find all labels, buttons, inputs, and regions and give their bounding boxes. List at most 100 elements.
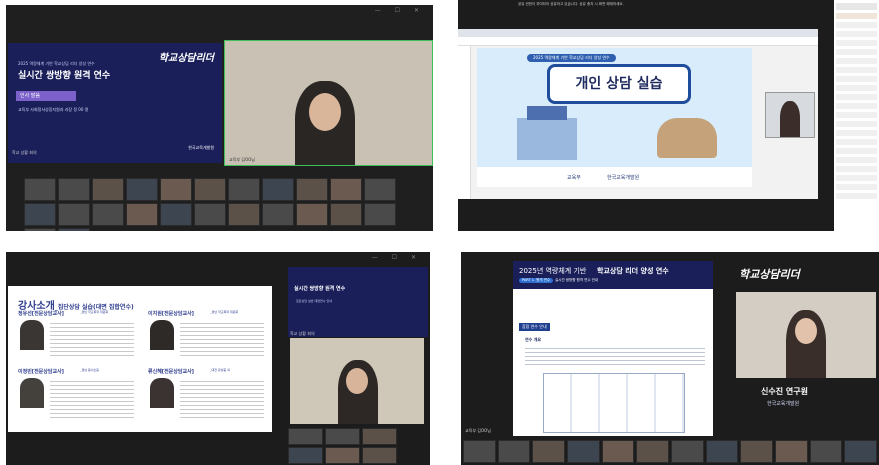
list-row[interactable] (836, 121, 877, 127)
participant-tile[interactable] (636, 440, 670, 463)
schedule-table (543, 373, 685, 433)
list-row[interactable] (836, 148, 877, 154)
participant-tile[interactable] (601, 440, 635, 463)
title-year: 2025년 역량체계 기반 (519, 267, 587, 275)
participant-tile[interactable] (296, 178, 328, 201)
list-row[interactable] (836, 22, 877, 28)
participant-tile[interactable] (92, 178, 124, 201)
list-row[interactable] (836, 166, 877, 172)
participant-tile[interactable] (705, 440, 739, 463)
participant-tile[interactable] (58, 228, 90, 231)
list-row[interactable] (836, 130, 877, 136)
title-box: 개인 상담 실습 (547, 64, 691, 104)
list-row[interactable] (836, 184, 877, 190)
school-illustration (517, 118, 577, 160)
participant-tile[interactable] (228, 178, 260, 201)
participant-tile[interactable] (24, 203, 56, 226)
participant-tile[interactable] (194, 178, 226, 201)
ministry-label: 교육부 (567, 175, 581, 181)
participant-tile[interactable] (296, 203, 328, 226)
participant-tile[interactable] (262, 178, 294, 201)
participant-tile[interactable] (362, 428, 397, 445)
speaker-face (309, 93, 341, 131)
section-label: 참합 연수 안내 (519, 323, 550, 331)
item-label: 연수 개요 (525, 337, 542, 342)
participant-tile[interactable] (775, 440, 808, 463)
browser-window: 2025 역량체계 기반 학교상담 리더 양성 연수 개인 상담 실습 교육부 … (458, 29, 818, 199)
participant-tile[interactable] (92, 203, 124, 226)
list-row[interactable] (836, 49, 877, 55)
participant-tile[interactable] (330, 178, 362, 201)
list-row[interactable] (836, 3, 877, 10)
tool-sidebar (458, 46, 471, 199)
instructor-name: 이지원[전문상담교사] (148, 311, 194, 317)
participant-tile[interactable] (58, 203, 90, 226)
instructor-school: _대전 유성중 외 (210, 368, 230, 372)
zoom-window-top-right: 공유 권한이 부여되어 공유하고 있습니다. 공유 중지 시 화면 해제하세요.… (458, 0, 879, 231)
participant-tile[interactable] (532, 440, 566, 463)
list-row[interactable] (836, 112, 877, 118)
instructor-bio (50, 320, 134, 356)
list-row[interactable] (836, 139, 877, 145)
label-bottom: 학교 상황 회의 (290, 331, 315, 336)
participant-tile[interactable] (288, 447, 323, 464)
people-illustration (657, 118, 717, 158)
browser-tab-bar (458, 29, 818, 37)
part-title: 실시간 쌍방향 원격 연수 안내 (555, 278, 599, 282)
participant-tile[interactable] (362, 447, 397, 464)
participant-tile[interactable] (228, 203, 260, 226)
instructor-school: _경남 학교폭력 위원회 (80, 310, 109, 314)
participant-tile[interactable] (126, 178, 158, 201)
participant-tile[interactable] (463, 440, 496, 463)
slide-subtitle: 2025 역량체계 기반 학교상담 리더 양성 연수 (18, 61, 95, 66)
instructor-name: 이정빈[전문상담교사] (18, 369, 64, 375)
participant-tile[interactable] (58, 178, 90, 201)
participant-tile[interactable] (497, 440, 531, 463)
list-row[interactable] (836, 94, 877, 100)
list-row[interactable] (836, 67, 877, 73)
list-row[interactable] (836, 13, 877, 19)
participant-tile[interactable] (325, 447, 360, 464)
window-controls[interactable]: — ☐ ✕ (375, 7, 425, 14)
list-row[interactable] (836, 76, 877, 82)
instructor-name: 류신혜[전문상담교사] (148, 369, 194, 375)
participant-tile[interactable] (194, 203, 226, 226)
participant-tile[interactable] (325, 428, 360, 445)
list-row[interactable] (836, 40, 877, 46)
participant-tile[interactable] (364, 203, 396, 226)
list-row[interactable] (836, 58, 877, 64)
participant-tile[interactable] (24, 178, 56, 201)
instructor-school: _경남 학교폭력 위원회 (210, 310, 239, 314)
participant-tile[interactable] (160, 203, 192, 226)
participant-tile[interactable] (740, 440, 774, 463)
participant-tile[interactable] (330, 203, 362, 226)
shared-slide: 2025 역량체계 기반 학교상담 리더 양성 연수 실시간 쌍방향 원격 연수… (8, 43, 222, 163)
slide: 2025 역량체계 기반 학교상담 리더 양성 연수 개인 상담 실습 교육부 … (477, 48, 752, 187)
zoom-window-bottom-right: 2025년 역량체계 기반 학교상담 리더 양성 연수 PART 1. 원격 연… (461, 252, 879, 465)
participant-tile[interactable] (262, 203, 294, 226)
list-row[interactable] (836, 193, 877, 199)
participant-tile[interactable] (288, 428, 323, 445)
window-controls[interactable]: — ☐ ✕ (372, 254, 422, 261)
participant-strip (463, 440, 878, 463)
slide-banner: 2025 역량체계 기반 학교상담 리더 양성 연수 (527, 54, 616, 62)
participant-tile[interactable] (567, 440, 600, 463)
label-left: 학교 상황 회의 (12, 150, 37, 155)
instructor-card: 정유선[전문상담교사] _경남 학교폭력 위원회 (18, 310, 138, 362)
speaker-name: 신수진 연구원 (761, 387, 808, 396)
list-row[interactable] (836, 31, 877, 37)
shared-slide: 강사소개_집단상담 실습(대면 집합연수) 정유선[전문상담교사] _경남 학교… (8, 286, 272, 432)
participant-tile[interactable] (809, 440, 843, 463)
participant-tile[interactable] (160, 178, 192, 201)
list-row[interactable] (836, 85, 877, 91)
participant-tile[interactable] (24, 228, 56, 231)
participant-tile[interactable] (364, 178, 396, 201)
list-row[interactable] (836, 175, 877, 181)
list-row[interactable] (836, 157, 877, 163)
instructor-photo (20, 378, 44, 408)
participant-tile[interactable] (126, 203, 158, 226)
instructor-photo (20, 320, 44, 350)
participant-tile[interactable] (671, 440, 704, 463)
list-row[interactable] (836, 103, 877, 109)
participant-tile[interactable] (844, 440, 878, 463)
